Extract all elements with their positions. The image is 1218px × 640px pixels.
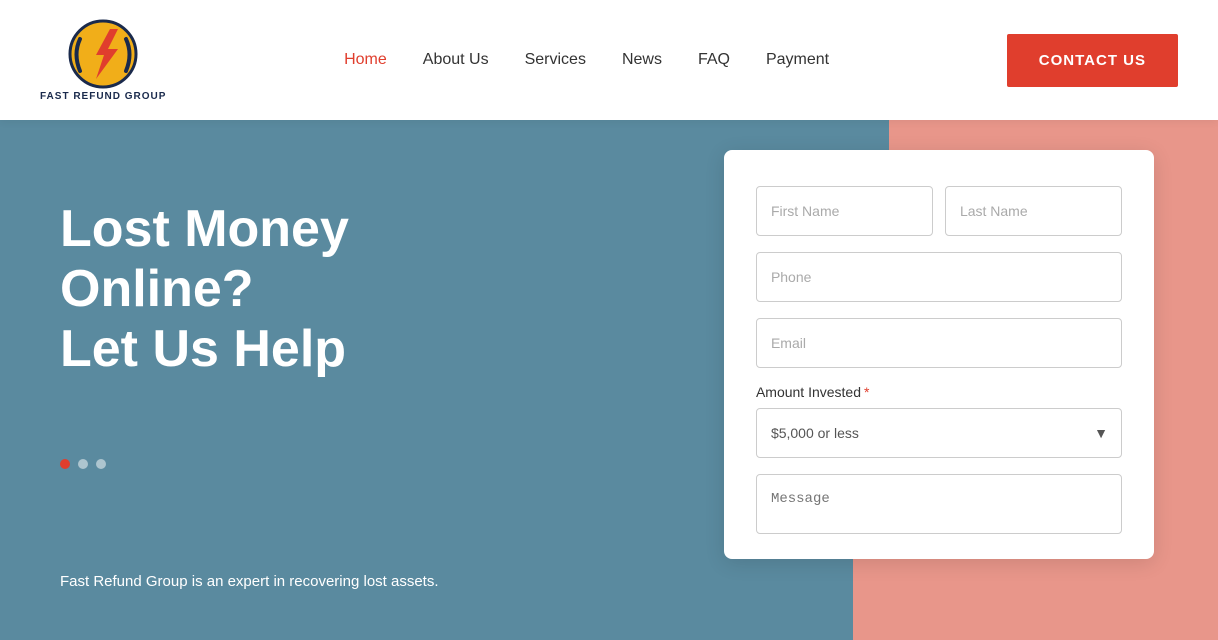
- header: FAST REFUND GROUP Home About Us Services…: [0, 0, 1218, 120]
- amount-label: Amount Invested*: [756, 384, 1122, 400]
- nav-services[interactable]: Services: [525, 51, 586, 69]
- amount-select[interactable]: $5,000 or less $5,001 - $10,000 $10,001 …: [756, 408, 1122, 458]
- logo: FAST REFUND GROUP: [40, 19, 166, 102]
- logo-text: FAST REFUND GROUP: [40, 91, 166, 102]
- email-input[interactable]: [756, 318, 1122, 368]
- required-star: *: [864, 384, 869, 400]
- amount-select-wrapper: $5,000 or less $5,001 - $10,000 $10,001 …: [756, 408, 1122, 458]
- contact-form: Amount Invested* $5,000 or less $5,001 -…: [724, 150, 1154, 559]
- email-row: [756, 318, 1122, 368]
- hero-heading-line2: Online?: [60, 260, 254, 318]
- hero-left: Lost Money Online? Let Us Help Fast Refu…: [0, 120, 670, 640]
- amount-row: Amount Invested* $5,000 or less $5,001 -…: [756, 384, 1122, 458]
- hero-section: Lost Money Online? Let Us Help Fast Refu…: [0, 120, 1218, 640]
- first-name-input[interactable]: [756, 186, 933, 236]
- slider-dots: [60, 459, 610, 469]
- phone-row: [756, 252, 1122, 302]
- hero-heading-line1: Lost Money: [60, 200, 349, 258]
- contact-us-button[interactable]: CONTACT US: [1007, 34, 1178, 87]
- nav-faq[interactable]: FAQ: [698, 51, 730, 69]
- dot-1[interactable]: [60, 459, 70, 469]
- last-name-input[interactable]: [945, 186, 1122, 236]
- phone-input[interactable]: [756, 252, 1122, 302]
- nav-news[interactable]: News: [622, 51, 662, 69]
- hero-subtext: Fast Refund Group is an expert in recove…: [60, 573, 610, 590]
- nav-home[interactable]: Home: [344, 51, 387, 69]
- hero-heading-line3: Let Us Help: [60, 320, 346, 378]
- name-row: [756, 186, 1122, 236]
- dot-3[interactable]: [96, 459, 106, 469]
- hero-heading: Lost Money Online? Let Us Help: [60, 200, 610, 379]
- message-textarea[interactable]: [756, 474, 1122, 534]
- hero-content: Lost Money Online? Let Us Help Fast Refu…: [0, 120, 1218, 640]
- nav-payment[interactable]: Payment: [766, 51, 829, 69]
- hero-form-wrapper: Amount Invested* $5,000 or less $5,001 -…: [670, 120, 1218, 640]
- amount-label-text: Amount Invested: [756, 384, 861, 400]
- main-nav: Home About Us Services News FAQ Payment: [344, 51, 829, 69]
- dot-2[interactable]: [78, 459, 88, 469]
- nav-about[interactable]: About Us: [423, 51, 489, 69]
- logo-icon: [68, 19, 138, 89]
